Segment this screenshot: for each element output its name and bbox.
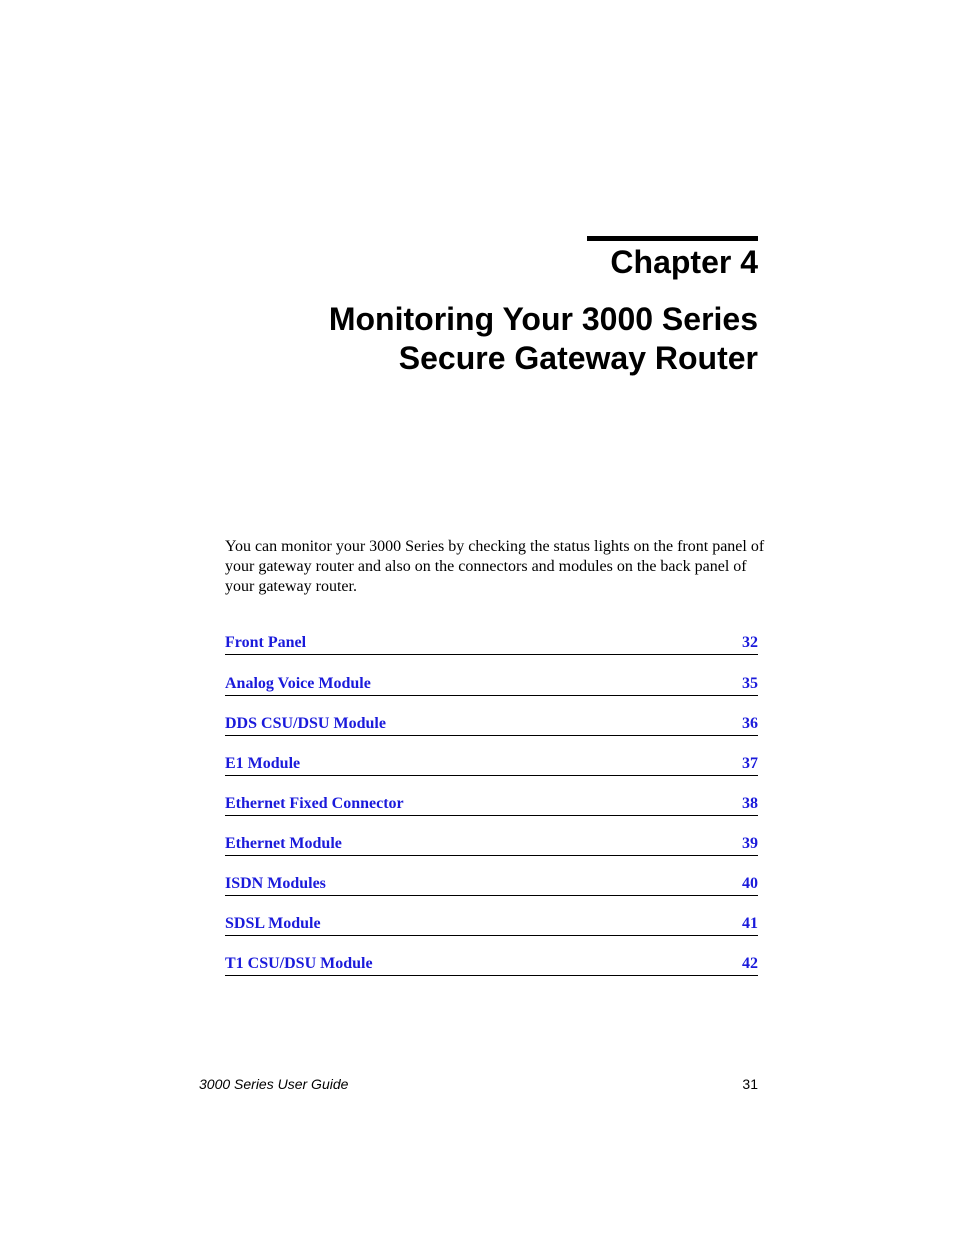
- chapter-label: Chapter 4: [610, 244, 758, 280]
- table-of-contents: Front Panel 32 Analog Voice Module 35 DDS …: [225, 632, 758, 993]
- toc-label: ISDN Modules: [225, 875, 326, 892]
- toc-link-isdn-modules[interactable]: ISDN Modules 40: [225, 873, 758, 896]
- toc-link-front-panel[interactable]: Front Panel 32: [225, 632, 758, 655]
- toc-page: 35: [742, 675, 758, 692]
- toc-label: Front Panel: [225, 634, 307, 651]
- chapter-title-line-2: Secure Gateway Router: [398, 340, 758, 376]
- toc-label: Analog Voice Module: [225, 675, 371, 692]
- toc-label: SDSL Module: [225, 915, 321, 932]
- toc-link-analog-voice-module[interactable]: Analog Voice Module 35: [225, 673, 758, 696]
- toc-link-dds-csu-dsu-module[interactable]: DDS CSU/DSU Module 36: [225, 713, 758, 736]
- footer-page-number: 31: [742, 1076, 758, 1092]
- toc-label: E1 Module: [225, 755, 301, 772]
- toc-link-ethernet-module[interactable]: Ethernet Module 39: [225, 833, 758, 856]
- toc-page: 42: [742, 955, 758, 972]
- chapter-title: Monitoring Your 3000 Series Secure Gatew…: [329, 300, 758, 378]
- footer-guide-title: 3000 Series User Guide: [199, 1076, 349, 1092]
- toc-link-ethernet-fixed-connector[interactable]: Ethernet Fixed Connector 38: [225, 793, 758, 816]
- toc-page: 37: [742, 755, 758, 772]
- toc-link-t1-csu-dsu-module[interactable]: T1 CSU/DSU Module 42: [225, 953, 758, 976]
- toc-page: 32: [742, 634, 758, 651]
- page-footer: 3000 Series User Guide 31: [199, 1076, 758, 1092]
- toc-label: T1 CSU/DSU Module: [225, 955, 373, 972]
- toc-link-e1-module[interactable]: E1 Module 37: [225, 753, 758, 776]
- toc-link-sdsl-module[interactable]: SDSL Module 41: [225, 913, 758, 936]
- toc-page: 40: [742, 875, 758, 892]
- chapter-rule: [587, 236, 758, 241]
- intro-paragraph: You can monitor your 3000 Series by chec…: [225, 538, 765, 595]
- toc-page: 39: [742, 835, 758, 852]
- toc-page: 38: [742, 795, 758, 812]
- toc-page: 36: [742, 715, 758, 732]
- toc-label: Ethernet Module: [225, 835, 342, 852]
- toc-label: Ethernet Fixed Connector: [225, 795, 404, 812]
- toc-page: 41: [742, 915, 758, 932]
- chapter-title-line-1: Monitoring Your 3000 Series: [328, 301, 758, 337]
- toc-label: DDS CSU/DSU Module: [225, 715, 386, 732]
